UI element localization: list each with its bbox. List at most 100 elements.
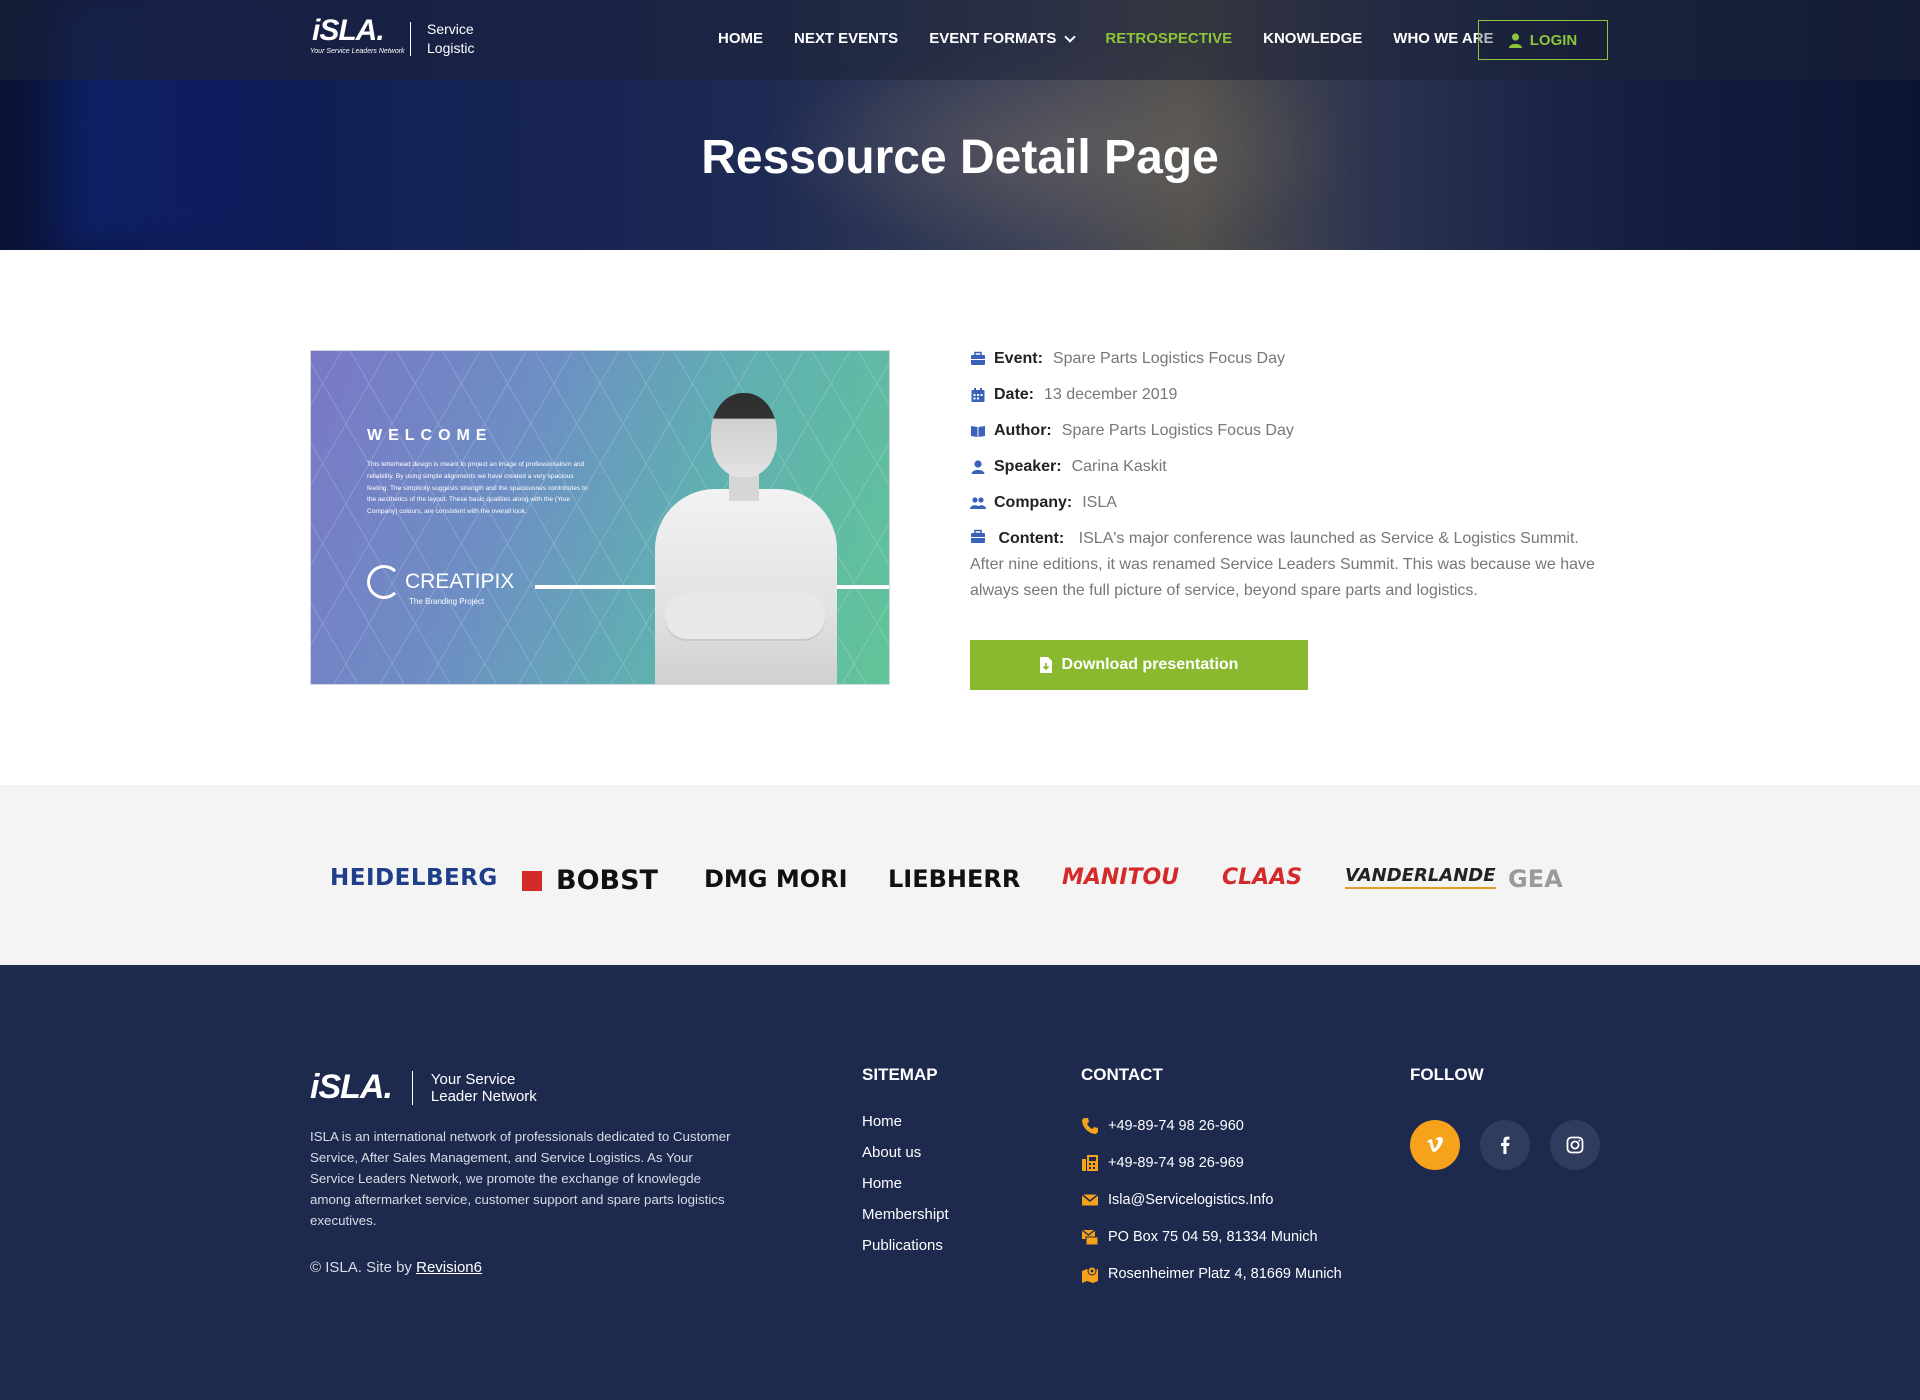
company-label: Company: <box>994 494 1073 511</box>
file-download-icon <box>1039 657 1052 673</box>
detail-company: Company: ISLA <box>970 490 1610 516</box>
thumbnail-brand-name: CREATIPIX <box>405 570 515 593</box>
footer-logo-sub-2: Leader Network <box>430 1087 537 1105</box>
contact-po-box: PO Box 75 04 59, 81334 Munich <box>1081 1228 1342 1246</box>
sitemap-link-publications[interactable]: Publications <box>862 1237 949 1254</box>
contact-fax-value: +49-89-74 98 26-969 <box>1108 1155 1244 1171</box>
contact-list: +49-89-74 98 26-960 +49-89-74 98 26-969 … <box>1081 1117 1342 1302</box>
user-icon <box>1508 32 1522 48</box>
sponsor-manitou[interactable]: MANITOU <box>1062 865 1179 890</box>
site-footer: iSLA. Your Service Leader Network ISLA i… <box>0 965 1920 1400</box>
sponsor-liebherr[interactable]: LIEBHERR <box>888 865 1020 893</box>
speaker-value: Carina Kaskit <box>1071 458 1167 475</box>
facebook-link[interactable] <box>1480 1120 1530 1170</box>
detail-content: Content: ISLA's major conference was lau… <box>970 526 1610 604</box>
calendar-icon <box>971 388 985 402</box>
author-label: Author: <box>994 422 1052 439</box>
logo-sub-line-1: Service <box>427 21 474 37</box>
hero-banner: iSLA. Your Service Leaders Network Servi… <box>0 0 1920 250</box>
nav-next-events[interactable]: NEXT EVENTS <box>794 30 898 47</box>
briefcase-icon <box>971 351 985 365</box>
phone-icon <box>1082 1118 1098 1134</box>
logo-sub-line-2: Logistic <box>427 40 475 56</box>
detail-event: Event: Spare Parts Logistics Focus Day <box>970 346 1610 372</box>
logo-divider <box>410 22 411 56</box>
chevron-down-icon <box>1064 30 1077 43</box>
vimeo-link[interactable] <box>1410 1120 1460 1170</box>
briefcase-icon <box>971 529 985 543</box>
nav-event-formats-label: EVENT FORMATS <box>929 30 1057 47</box>
nav-event-formats[interactable]: EVENT FORMATS <box>929 30 1077 47</box>
footer-logo-divider <box>411 1070 413 1105</box>
fax-icon <box>1082 1155 1098 1171</box>
facebook-icon <box>1501 1136 1510 1154</box>
author-value: Spare Parts Logistics Focus Day <box>1061 422 1294 439</box>
resource-details: Event: Spare Parts Logistics Focus Day D… <box>970 346 1610 614</box>
footer-logo-sub-1: Your Service <box>430 1070 516 1088</box>
resource-main: WELCOME This letterhead design is meant … <box>0 250 1920 785</box>
copyright-text: © ISLA. Site by <box>310 1259 412 1276</box>
nav-knowledge[interactable]: KNOWLEDGE <box>1263 30 1362 47</box>
sponsor-bobst-label: BOBST <box>556 865 658 896</box>
contact-title: CONTACT <box>1081 1065 1163 1084</box>
bobst-square-icon <box>522 870 542 891</box>
company-value: ISLA <box>1082 494 1117 511</box>
sponsor-bobst[interactable]: BOBST <box>522 865 658 896</box>
footer-logo-word: iSLA. <box>310 1068 393 1106</box>
thumbnail-brand: CREATIPIX The Branding Project <box>367 565 515 606</box>
sponsor-vanderlande[interactable]: VANDERLANDE <box>1345 865 1496 889</box>
detail-date: Date: 13 december 2019 <box>970 382 1610 408</box>
sponsor-claas[interactable]: CLAAS <box>1222 865 1302 890</box>
sitemap-link-membership[interactable]: Membershipt <box>862 1206 949 1223</box>
vimeo-icon <box>1427 1137 1443 1152</box>
mailbox-icon <box>1081 1229 1099 1246</box>
logo-word: iSLA. <box>312 14 385 47</box>
thumbnail-brand-sub: The Branding Project <box>409 597 485 606</box>
detail-speaker: Speaker: Carina Kaskit <box>970 454 1610 480</box>
sitemap-link-home[interactable]: Home <box>862 1113 949 1130</box>
envelope-icon <box>1081 1193 1099 1206</box>
creatipix-logo-icon <box>367 565 401 599</box>
detail-author: Author: Spare Parts Logistics Focus Day <box>970 418 1610 444</box>
contact-phone-value: +49-89-74 98 26-960 <box>1108 1118 1244 1134</box>
content-label: Content: <box>998 530 1065 547</box>
footer-copyright: © ISLA. Site by Revision6 <box>310 1259 482 1276</box>
contact-fax[interactable]: +49-89-74 98 26-969 <box>1081 1154 1342 1172</box>
map-marker-icon <box>1082 1266 1098 1283</box>
sitemap-title: SITEMAP <box>862 1065 938 1084</box>
resource-thumbnail[interactable]: WELCOME This letterhead design is meant … <box>310 350 890 685</box>
sponsor-gea[interactable]: GEA <box>1508 865 1563 893</box>
revision6-link[interactable]: Revision6 <box>416 1259 482 1276</box>
footer-logo[interactable]: iSLA. Your Service Leader Network <box>310 1068 537 1107</box>
instagram-icon <box>1566 1136 1584 1154</box>
footer-about: ISLA is an international network of prof… <box>310 1129 731 1228</box>
speaker-photo <box>651 393 841 684</box>
contact-po-box-value: PO Box 75 04 59, 81334 Munich <box>1108 1229 1318 1245</box>
sponsor-heidelberg[interactable]: HEIDELBERG <box>330 865 498 891</box>
thumbnail-blurb: This letterhead design is meant to proje… <box>367 461 588 516</box>
event-label: Event: <box>994 350 1043 367</box>
contact-email-value: Isla@Servicelogistics.Info <box>1108 1192 1274 1208</box>
logo-tagline: Your Service Leaders Network <box>310 48 405 55</box>
sitemap-link-about-us[interactable]: About us <box>862 1144 949 1161</box>
sponsor-dmg-mori[interactable]: DMG MORI <box>704 865 848 893</box>
date-label: Date: <box>994 386 1035 403</box>
download-presentation-button[interactable]: Download presentation <box>970 640 1308 690</box>
download-label: Download presentation <box>1061 656 1239 673</box>
instagram-link[interactable] <box>1550 1120 1600 1170</box>
nav-home[interactable]: HOME <box>718 30 763 47</box>
isla-logo[interactable]: iSLA. Your Service Leaders Network Servi… <box>310 14 475 60</box>
speaker-label: Speaker: <box>994 458 1062 475</box>
page-title: Ressource Detail Page <box>701 131 1219 184</box>
login-label: LOGIN <box>1529 31 1578 49</box>
nav-retrospective[interactable]: RETROSPECTIVE <box>1105 30 1232 47</box>
contact-address-value: Rosenheimer Platz 4, 81669 Munich <box>1108 1266 1342 1282</box>
thumbnail-heading: WELCOME <box>367 427 493 444</box>
event-value: Spare Parts Logistics Focus Day <box>1052 350 1285 367</box>
contact-address: Rosenheimer Platz 4, 81669 Munich <box>1081 1265 1342 1283</box>
contact-phone[interactable]: +49-89-74 98 26-960 <box>1081 1117 1342 1135</box>
login-button[interactable]: LOGIN <box>1478 20 1608 60</box>
follow-title: FOLLOW <box>1410 1065 1484 1084</box>
contact-email[interactable]: Isla@Servicelogistics.Info <box>1081 1191 1342 1209</box>
sitemap-link-home-2[interactable]: Home <box>862 1175 949 1192</box>
